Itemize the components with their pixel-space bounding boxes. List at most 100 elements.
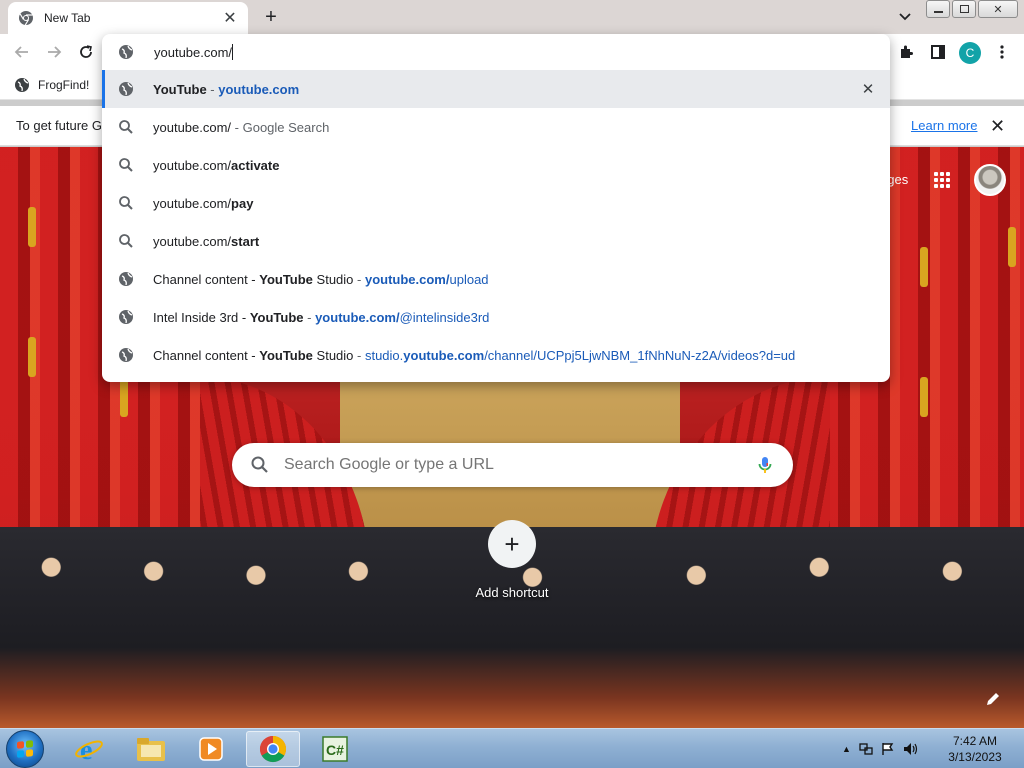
- search-icon: [118, 119, 134, 135]
- restore-button[interactable]: [952, 0, 976, 18]
- menu-button[interactable]: [992, 42, 1012, 62]
- clock-date: 3/13/2023: [948, 750, 1002, 764]
- system-tray: ▲: [842, 729, 919, 768]
- volume-icon[interactable]: [903, 742, 919, 756]
- omnibox-suggestion[interactable]: youtube.com/pay: [102, 184, 890, 222]
- infobar-text: To get future G: [16, 118, 102, 133]
- suggestion-text-part: youtube.com/: [153, 119, 232, 135]
- omnibox-dropdown: youtube.com/ YouTube - youtube.com ✕ youtu…: [102, 34, 890, 382]
- suggestion-text-part: -: [353, 271, 365, 287]
- suggestion-text-part: studio.: [364, 347, 404, 363]
- suggestion-text: youtube.com/pay: [153, 196, 253, 211]
- suggestion-text: Channel content - YouTube Studio - youtu…: [153, 272, 489, 287]
- tab-strip: New Tab ✕ + ✕: [0, 0, 1024, 34]
- tassel: [920, 247, 928, 287]
- show-hidden-icons-icon[interactable]: ▲: [842, 744, 851, 754]
- ntp-search-input[interactable]: [284, 456, 755, 474]
- svg-text:e: e: [80, 735, 92, 764]
- suggestion-text-part: -: [303, 309, 316, 325]
- minimize-button[interactable]: [926, 0, 950, 18]
- suggestion-text-part: Channel content -: [153, 347, 260, 363]
- bookmark-label: FrogFind!: [38, 78, 90, 92]
- suggestion-text-part: start: [231, 233, 260, 249]
- omnibox-suggestion[interactable]: YouTube - youtube.com ✕: [102, 70, 890, 108]
- extensions-button[interactable]: [896, 42, 916, 62]
- suggestion-text-part: Studio: [312, 347, 354, 363]
- suggestion-text-part: youtube.com: [403, 347, 485, 363]
- search-icon: [118, 233, 134, 249]
- add-shortcut-button[interactable]: +: [488, 520, 536, 568]
- chrome-icon: [19, 11, 33, 26]
- chrome-icon: [259, 735, 287, 763]
- omnibox-suggestion[interactable]: Intel Inside 3rd - YouTube - youtube.com…: [102, 298, 890, 336]
- csharp-icon: C#: [322, 736, 348, 762]
- google-apps-icon[interactable]: [934, 172, 950, 188]
- search-icon: [251, 456, 268, 473]
- text-caret: [232, 44, 234, 60]
- suggestion-text-part: YouTube: [153, 81, 207, 97]
- reload-button[interactable]: [76, 42, 96, 62]
- omnibox-suggestion[interactable]: Channel content - YouTube Studio - studi…: [102, 336, 890, 374]
- back-button[interactable]: [12, 42, 32, 62]
- tab-new-tab[interactable]: New Tab ✕: [8, 2, 248, 34]
- suggestion-text: youtube.com/ - Google Search: [153, 120, 329, 135]
- clock-time: 7:42 AM: [952, 734, 998, 748]
- ntp-search-box[interactable]: [232, 443, 793, 487]
- bookmark-frogfind[interactable]: FrogFind!: [14, 77, 89, 93]
- suggestion-text-part: youtube.com/: [315, 309, 400, 325]
- tassel: [120, 377, 128, 417]
- tassel: [1008, 227, 1016, 267]
- action-center-flag-icon[interactable]: [881, 742, 895, 756]
- tassel: [920, 377, 928, 417]
- tab-close-icon[interactable]: ✕: [222, 10, 238, 27]
- media-player-icon: [199, 737, 223, 761]
- omnibox-suggestion[interactable]: youtube.com/ - Google Search: [102, 108, 890, 146]
- taskbar-media-player[interactable]: [184, 731, 238, 767]
- omnibox-suggestion[interactable]: youtube.com/start: [102, 222, 890, 260]
- taskbar-internet-explorer[interactable]: e: [62, 731, 116, 767]
- suggestion-text-part: Channel content -: [153, 271, 260, 287]
- svg-text:C#: C#: [326, 742, 344, 758]
- google-account-avatar[interactable]: [974, 164, 1006, 196]
- globe-icon: [15, 78, 29, 92]
- puzzle-icon: [901, 45, 913, 58]
- network-icon[interactable]: [859, 742, 873, 756]
- infobar-close-icon[interactable]: ✕: [990, 116, 1005, 137]
- suggestion-text-part: youtube.com/: [153, 233, 232, 249]
- globe-icon: [118, 309, 134, 325]
- tassel: [28, 207, 36, 247]
- suggestion-text-part: YouTube: [259, 347, 313, 363]
- suggestion-text-part: youtube.com/: [153, 195, 232, 211]
- suggestion-text: youtube.com/start: [153, 234, 259, 249]
- omnibox-suggestion[interactable]: youtube.com/activate: [102, 146, 890, 184]
- internet-explorer-icon: e: [75, 735, 103, 764]
- taskbar-chrome[interactable]: [246, 731, 300, 767]
- suggestion-text-part: youtube.com/: [364, 271, 450, 287]
- start-button[interactable]: [6, 730, 44, 768]
- profile-avatar[interactable]: C: [959, 42, 981, 64]
- globe-icon: [119, 45, 133, 59]
- add-shortcut-label: Add shortcut: [475, 585, 549, 600]
- suggestion-text-part: @intelinside3rd: [399, 309, 490, 325]
- side-panel-button[interactable]: [928, 42, 948, 62]
- close-window-button[interactable]: ✕: [978, 0, 1018, 18]
- omnibox-input[interactable]: youtube.com/: [154, 45, 232, 60]
- taskbar-csharp[interactable]: C#: [308, 731, 362, 767]
- learn-more-link[interactable]: Learn more: [911, 118, 977, 133]
- arrow-right-icon: [48, 46, 62, 58]
- suggestion-text-part: Studio: [312, 271, 354, 287]
- forward-button[interactable]: [44, 42, 64, 62]
- new-tab-button[interactable]: +: [260, 6, 282, 28]
- file-explorer-icon: [137, 738, 165, 761]
- taskbar-clock[interactable]: 7:42 AM 3/13/2023: [940, 733, 1010, 765]
- tab-search-icon[interactable]: [896, 8, 914, 26]
- windows-logo-icon: [17, 740, 33, 758]
- customize-chrome-button[interactable]: [982, 688, 1004, 710]
- taskbar-file-explorer[interactable]: [124, 731, 178, 767]
- omnibox-suggestion[interactable]: Channel content - YouTube Studio - youtu…: [102, 260, 890, 298]
- microphone-icon[interactable]: [755, 455, 775, 475]
- side-panel-icon: [931, 45, 945, 59]
- omnibox-input-row[interactable]: youtube.com/: [102, 34, 890, 70]
- remove-suggestion-icon[interactable]: ✕: [860, 81, 876, 98]
- reload-icon: [80, 45, 92, 58]
